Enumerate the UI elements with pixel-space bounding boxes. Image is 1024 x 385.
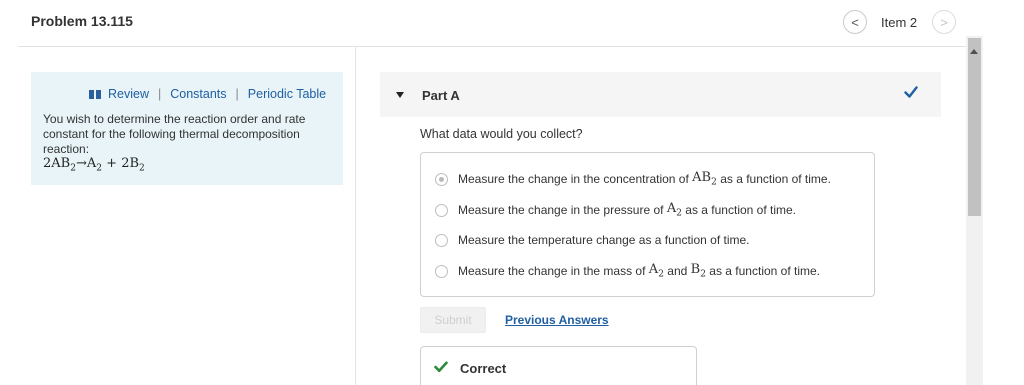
link-separator: |: [158, 87, 162, 101]
periodic-table-link[interactable]: Periodic Table: [248, 87, 326, 101]
problem-title: Problem 13.115: [31, 13, 133, 29]
previous-answers-link[interactable]: Previous Answers: [505, 313, 609, 327]
option-temperature[interactable]: Measure the temperature change as a func…: [435, 231, 750, 249]
item-label: Item 2: [881, 15, 918, 30]
problem-statement: You wish to determine the reaction order…: [43, 112, 306, 156]
part-label: Part A: [422, 88, 460, 103]
column-divider: [355, 47, 356, 385]
question-text: What data would you collect?: [420, 127, 583, 141]
check-icon: [904, 86, 918, 98]
radio-button[interactable]: [435, 172, 448, 186]
review-link[interactable]: Review: [108, 87, 149, 101]
feedback-label: Correct: [460, 361, 507, 376]
scrollbar-thumb[interactable]: [968, 38, 981, 216]
part-a-header[interactable]: Part A: [380, 72, 941, 117]
header-divider: [18, 46, 966, 47]
option-mass[interactable]: Measure the change in the mass of A2 and…: [435, 262, 820, 280]
radio-button[interactable]: [435, 203, 448, 217]
check-icon: [434, 361, 448, 373]
previous-item-button[interactable]: <: [843, 10, 867, 34]
book-icon: [89, 89, 101, 99]
option-pressure[interactable]: Measure the change in the pressure of A2…: [435, 201, 796, 219]
resource-links: Review | Constants | Periodic Table: [89, 87, 326, 101]
constants-link[interactable]: Constants: [170, 87, 226, 101]
scroll-up-arrow-icon[interactable]: [970, 49, 978, 54]
next-item-button[interactable]: >: [932, 10, 956, 34]
radio-button[interactable]: [435, 264, 448, 278]
feedback-box: Correct: [420, 346, 697, 385]
reaction-equation: 2AB2→A2 + 2B2: [43, 156, 145, 174]
option-concentration[interactable]: Measure the change in the concentration …: [435, 170, 831, 188]
collapse-caret-icon[interactable]: [396, 92, 404, 98]
answer-options: Measure the change in the concentration …: [420, 152, 875, 297]
submit-button[interactable]: Submit: [420, 307, 486, 333]
vertical-scrollbar[interactable]: [966, 36, 983, 385]
radio-button[interactable]: [435, 233, 448, 247]
problem-info-panel: Review | Constants | Periodic Table You …: [31, 72, 343, 185]
link-separator: |: [235, 87, 239, 101]
